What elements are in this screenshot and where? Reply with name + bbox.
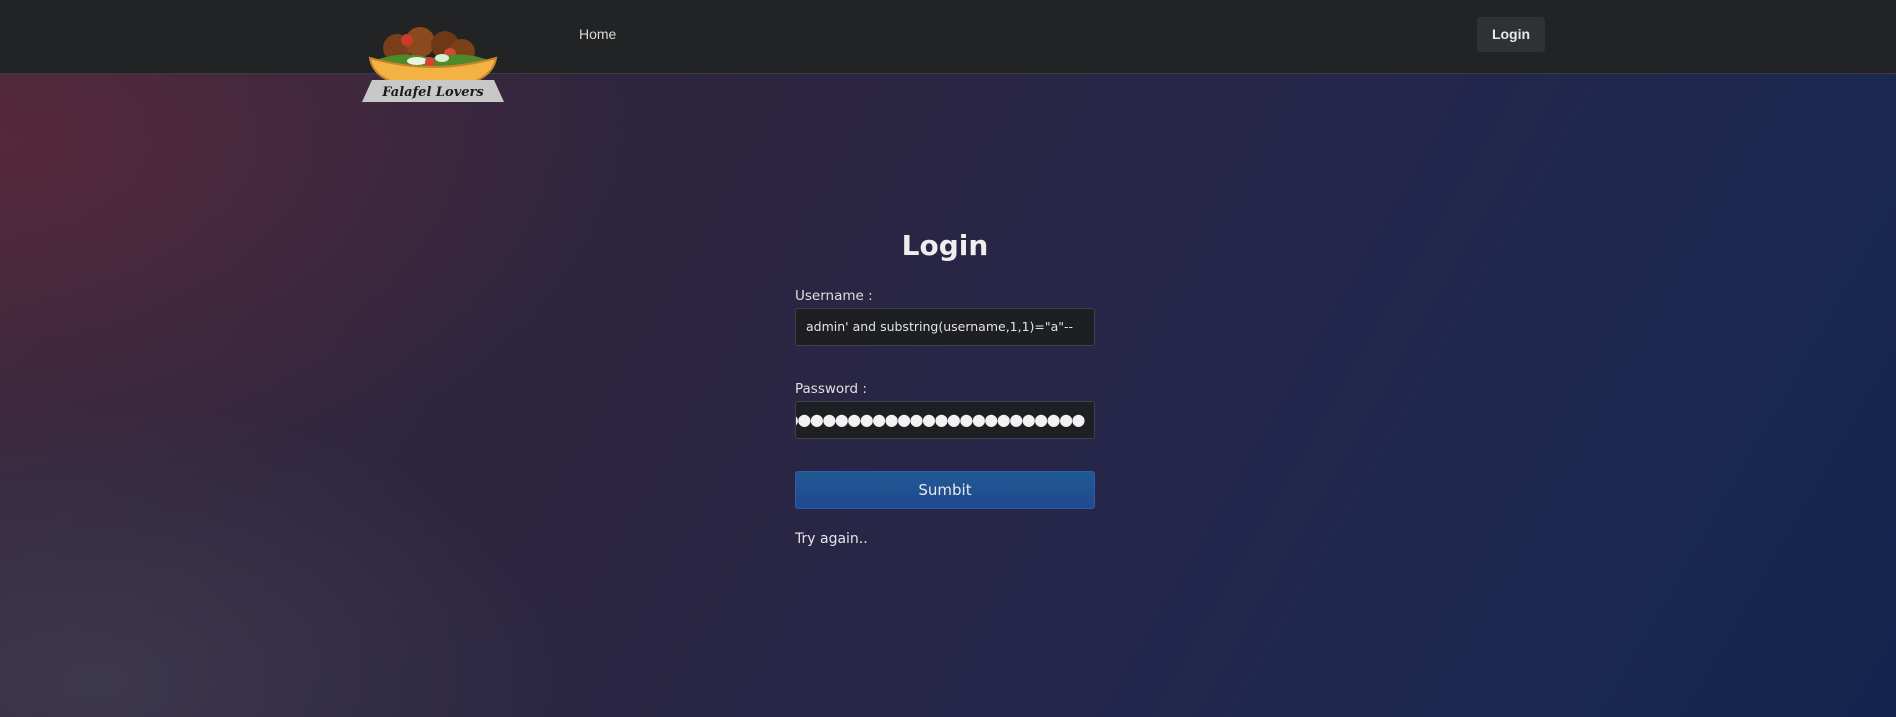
password-label: Password : xyxy=(795,381,867,397)
username-label: Username : xyxy=(795,288,873,304)
logo-text: Falafel Lovers xyxy=(381,85,484,100)
login-title: Login xyxy=(901,229,989,262)
falafel-lovers-logo[interactable]: Falafel Lovers xyxy=(362,20,504,102)
login-status-message: Try again.. xyxy=(795,531,868,547)
login-form: Login Username : admin' and substring(us… xyxy=(795,225,1095,547)
password-input[interactable]: ●●●●●●●●●●●●●●●●●●●●●●●●● xyxy=(795,401,1095,439)
top-navbar: Falafel Lovers Home Login xyxy=(0,0,1896,102)
nav-login-button[interactable]: Login xyxy=(1477,17,1545,52)
nav-home-link[interactable]: Home xyxy=(579,26,616,42)
submit-button[interactable]: Sumbit xyxy=(795,471,1095,509)
username-input[interactable]: admin' and substring(username,1,1)="a"-- xyxy=(795,308,1095,346)
